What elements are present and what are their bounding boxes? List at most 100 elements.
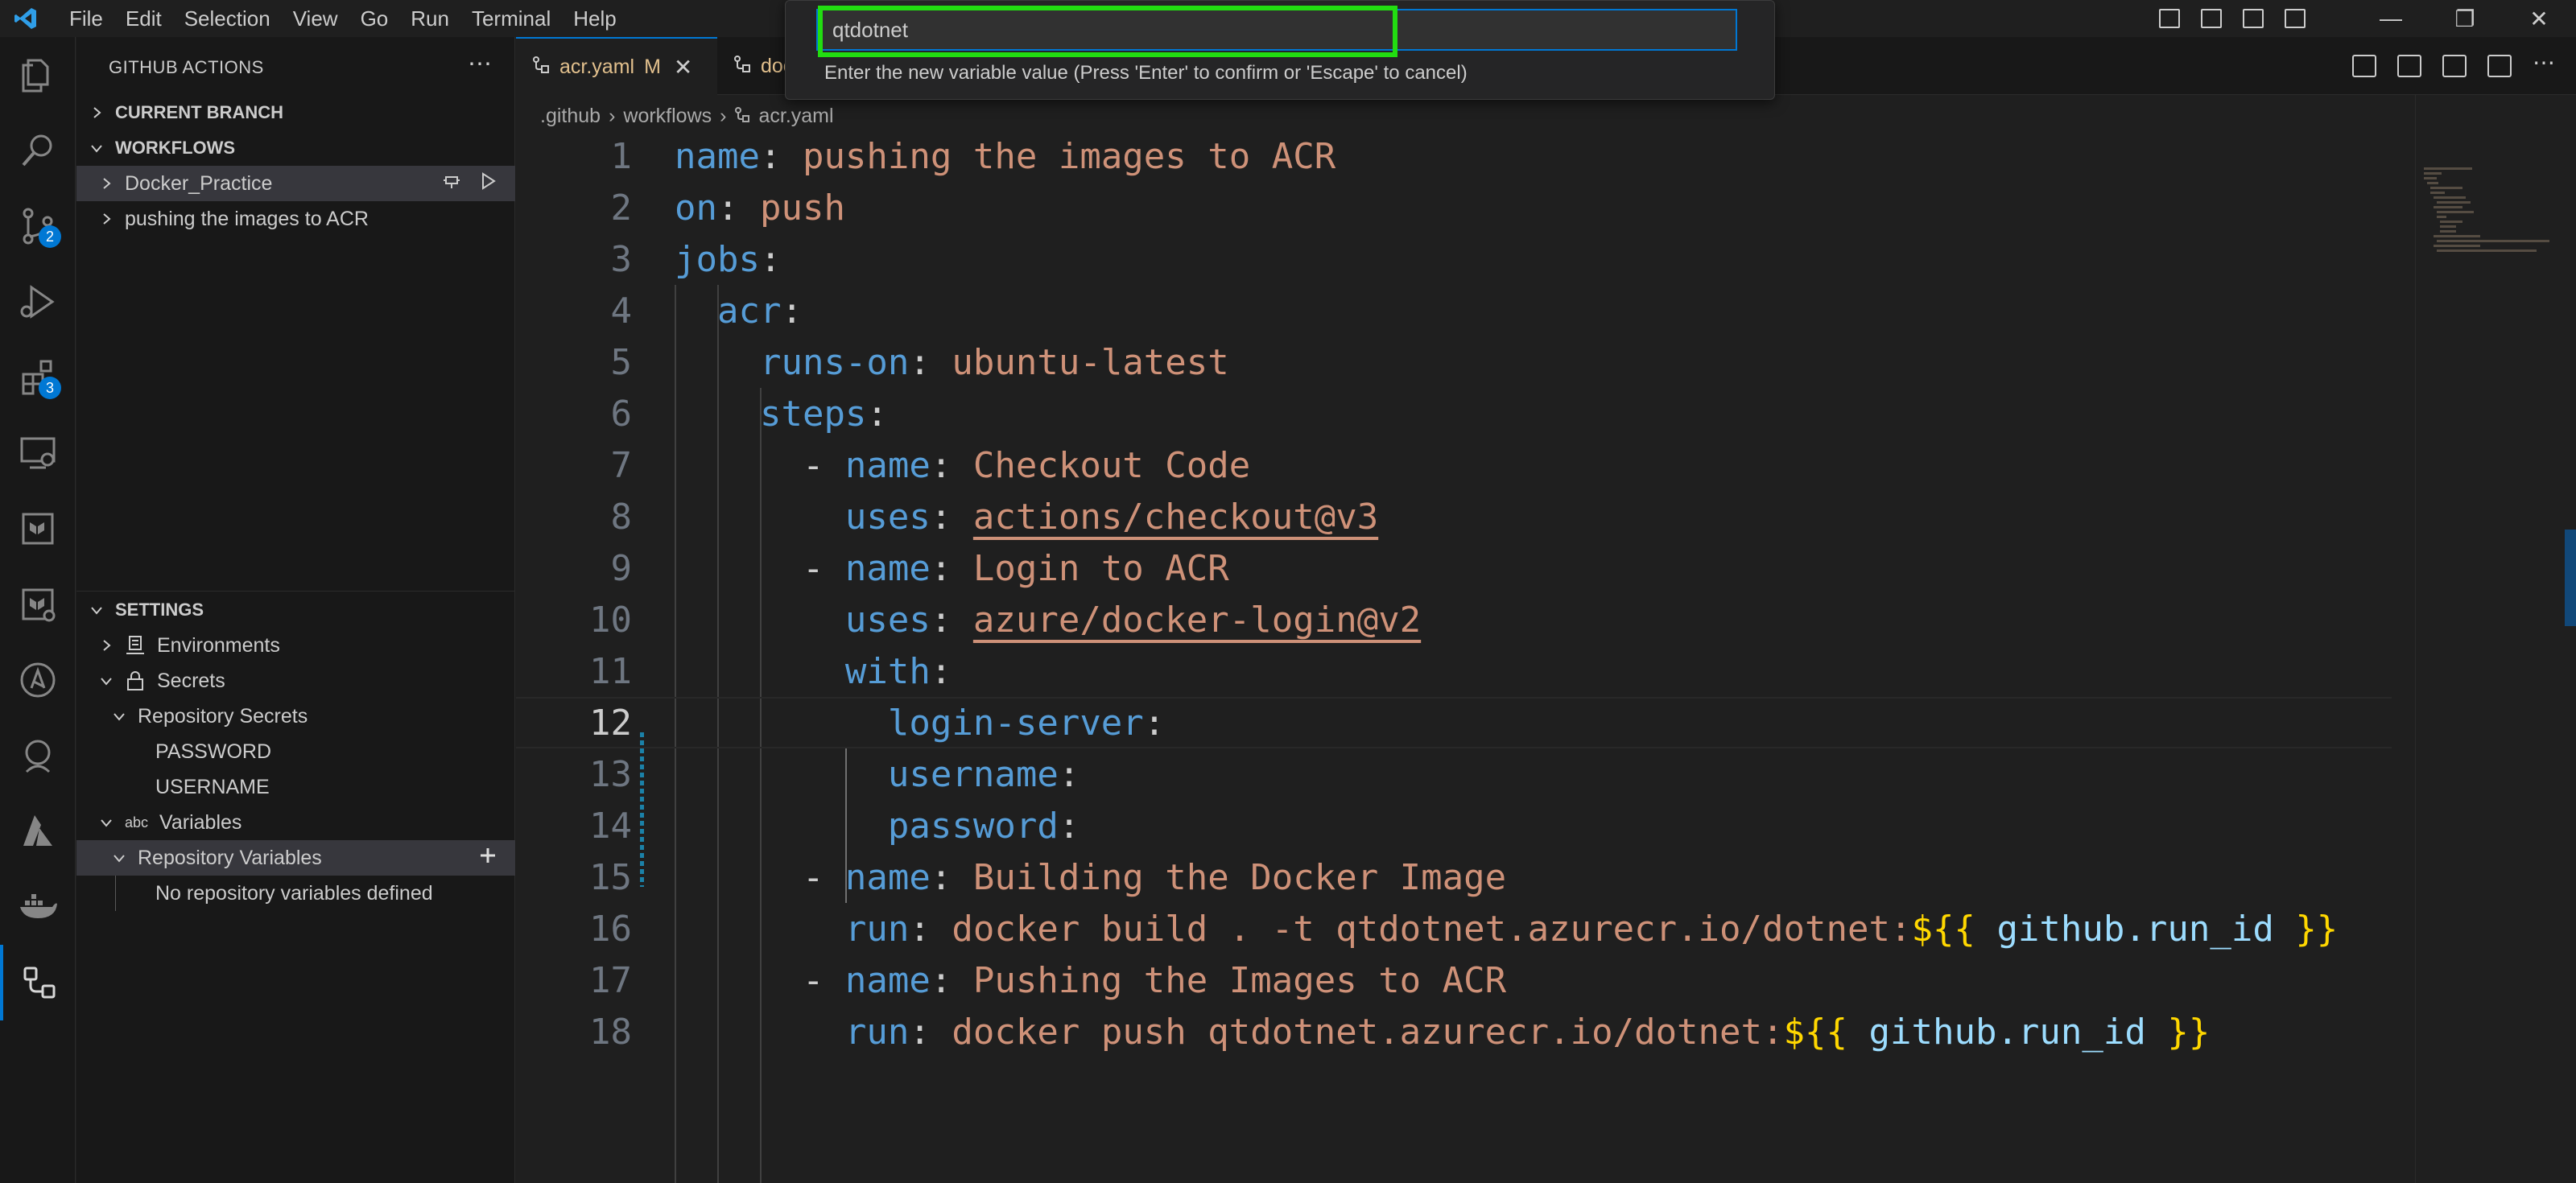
tab-acr-yaml[interactable]: acr.yaml M ✕ bbox=[516, 37, 717, 95]
chevron-down-icon bbox=[109, 847, 130, 868]
close-icon[interactable]: ✕ bbox=[674, 54, 692, 80]
variable-value-input-box bbox=[816, 6, 1737, 57]
jenkins-icon[interactable] bbox=[0, 718, 76, 793]
menu-edit[interactable]: Edit bbox=[114, 0, 173, 37]
run-debug-icon[interactable] bbox=[0, 264, 76, 340]
minimap-line bbox=[2437, 240, 2549, 242]
current-code-line: 12 login-server: bbox=[516, 697, 2392, 748]
menu-view[interactable]: View bbox=[282, 0, 349, 37]
tab-docker[interactable]: doc bbox=[717, 37, 793, 95]
menu-go[interactable]: Go bbox=[349, 0, 400, 37]
yaml-value: Login to ACR bbox=[972, 547, 1229, 589]
secret-item-password[interactable]: PASSWORD bbox=[76, 734, 515, 769]
yaml-key: run bbox=[844, 1011, 910, 1053]
more-actions-icon[interactable]: ⋯ bbox=[2533, 52, 2557, 77]
workflow-label: Docker_Practice bbox=[125, 171, 273, 195]
scrollbar-thumb[interactable] bbox=[2565, 530, 2576, 626]
quick-input-message: Enter the new variable value (Press 'Ent… bbox=[824, 62, 1468, 84]
minimap-line bbox=[2437, 216, 2446, 218]
azure-icon[interactable] bbox=[0, 793, 76, 869]
docker-icon[interactable] bbox=[0, 869, 76, 945]
print-icon[interactable] bbox=[2397, 55, 2421, 77]
repository-secrets-label: Repository Secrets bbox=[138, 704, 308, 728]
explorer-icon[interactable] bbox=[0, 37, 76, 113]
add-variable-icon[interactable] bbox=[478, 846, 497, 871]
menu-run[interactable]: Run bbox=[399, 0, 460, 37]
environments-item[interactable]: Environments bbox=[76, 628, 515, 663]
ansible-icon[interactable] bbox=[0, 642, 76, 718]
yaml-key: name bbox=[844, 856, 931, 898]
close-window-button[interactable]: ✕ bbox=[2502, 0, 2576, 37]
secrets-item[interactable]: Secrets bbox=[76, 663, 515, 699]
minimap-line bbox=[2424, 172, 2442, 175]
workflow-item-docker-practice[interactable]: Docker_Practice bbox=[76, 166, 515, 201]
action-link[interactable]: azure/docker-login@v2 bbox=[973, 600, 1421, 641]
pin-icon[interactable] bbox=[441, 171, 462, 197]
more-actions-icon[interactable]: ⋯ bbox=[468, 50, 492, 78]
variables-item[interactable]: abc Variables bbox=[76, 805, 515, 840]
yaml-value: ubuntu-latest bbox=[952, 341, 1229, 383]
search-icon[interactable] bbox=[0, 113, 76, 188]
yaml-value: Checkout Code bbox=[972, 444, 1251, 486]
variables-label: Variables bbox=[159, 810, 242, 834]
minimap-line bbox=[2434, 206, 2462, 208]
terraform-icon[interactable] bbox=[0, 491, 76, 567]
variable-value-input[interactable] bbox=[818, 10, 1736, 49]
vscode-logo-icon bbox=[10, 0, 42, 37]
line-number: 3 bbox=[610, 238, 633, 280]
variable-icon: abc bbox=[125, 814, 149, 831]
environments-label: Environments bbox=[157, 633, 280, 657]
workflow-item-pushing-images[interactable]: pushing the images to ACR bbox=[76, 201, 515, 237]
menu-terminal[interactable]: Terminal bbox=[460, 0, 562, 37]
preview-icon[interactable] bbox=[2442, 55, 2467, 77]
line-number: 10 bbox=[589, 599, 632, 641]
minimap[interactable] bbox=[2415, 95, 2576, 1183]
line-number: 12 bbox=[589, 702, 632, 744]
run-workflow-icon[interactable] bbox=[478, 171, 497, 196]
current-branch-section[interactable]: CURRENT BRANCH bbox=[76, 95, 515, 130]
yaml-value: docker build . -t qtdotnet.azurecr.io/do… bbox=[952, 908, 1912, 950]
repository-variables-label: Repository Variables bbox=[138, 846, 322, 869]
toggle-secondary-sidebar-icon[interactable] bbox=[2243, 9, 2264, 28]
secrets-label: Secrets bbox=[157, 669, 225, 692]
activity-bar: 2 3 bbox=[0, 37, 76, 1183]
restore-button[interactable]: ❐ bbox=[2428, 0, 2502, 37]
code-line: 8 uses: actions/checkout@v3 bbox=[516, 491, 2392, 542]
chevron-right-icon: › bbox=[720, 104, 727, 127]
yaml-key: runs-on bbox=[759, 341, 910, 383]
split-editor-icon[interactable] bbox=[2487, 55, 2512, 77]
toggle-primary-sidebar-icon[interactable] bbox=[2159, 9, 2180, 28]
menu-file[interactable]: File bbox=[58, 0, 114, 37]
yaml-file-icon bbox=[733, 55, 751, 78]
line-number: 11 bbox=[589, 650, 632, 692]
line-number: 7 bbox=[610, 444, 633, 486]
menu-selection[interactable]: Selection bbox=[173, 0, 282, 37]
github-actions-sidebar: GITHUB ACTIONS ⋯ CURRENT BRANCH WORKFLOW… bbox=[76, 37, 515, 1183]
workflows-section[interactable]: WORKFLOWS bbox=[76, 130, 515, 166]
extensions-icon[interactable]: 3 bbox=[0, 340, 76, 415]
compare-changes-icon[interactable] bbox=[2352, 55, 2376, 77]
toggle-panel-icon[interactable] bbox=[2201, 9, 2222, 28]
repository-secrets-item[interactable]: Repository Secrets bbox=[76, 699, 515, 734]
secret-label: PASSWORD bbox=[155, 740, 271, 763]
github-actions-icon[interactable] bbox=[0, 945, 76, 1020]
minimap-line bbox=[2434, 235, 2480, 237]
yaml-key: name bbox=[675, 135, 760, 177]
secret-item-username[interactable]: USERNAME bbox=[76, 769, 515, 805]
minimap-line bbox=[2437, 211, 2474, 213]
minimize-button[interactable]: — bbox=[2354, 0, 2428, 37]
yaml-file-icon bbox=[532, 56, 550, 79]
source-control-icon[interactable]: 2 bbox=[0, 188, 76, 264]
remote-explorer-icon[interactable] bbox=[0, 415, 76, 491]
terraform-cloud-icon[interactable] bbox=[0, 567, 76, 642]
action-link[interactable]: actions/checkout@v3 bbox=[973, 497, 1378, 538]
breadcrumb-item[interactable]: acr.yaml bbox=[758, 105, 833, 128]
yaml-key: with bbox=[844, 650, 931, 692]
breadcrumb-item[interactable]: workflows bbox=[623, 105, 712, 128]
settings-section[interactable]: SETTINGS bbox=[76, 592, 515, 628]
repository-variables-item[interactable]: Repository Variables bbox=[76, 840, 515, 876]
expression-variable: github.run_id bbox=[1996, 908, 2274, 950]
customize-layout-icon[interactable] bbox=[2285, 9, 2306, 28]
menu-help[interactable]: Help bbox=[562, 0, 627, 37]
breadcrumb-item[interactable]: .github bbox=[540, 105, 601, 128]
